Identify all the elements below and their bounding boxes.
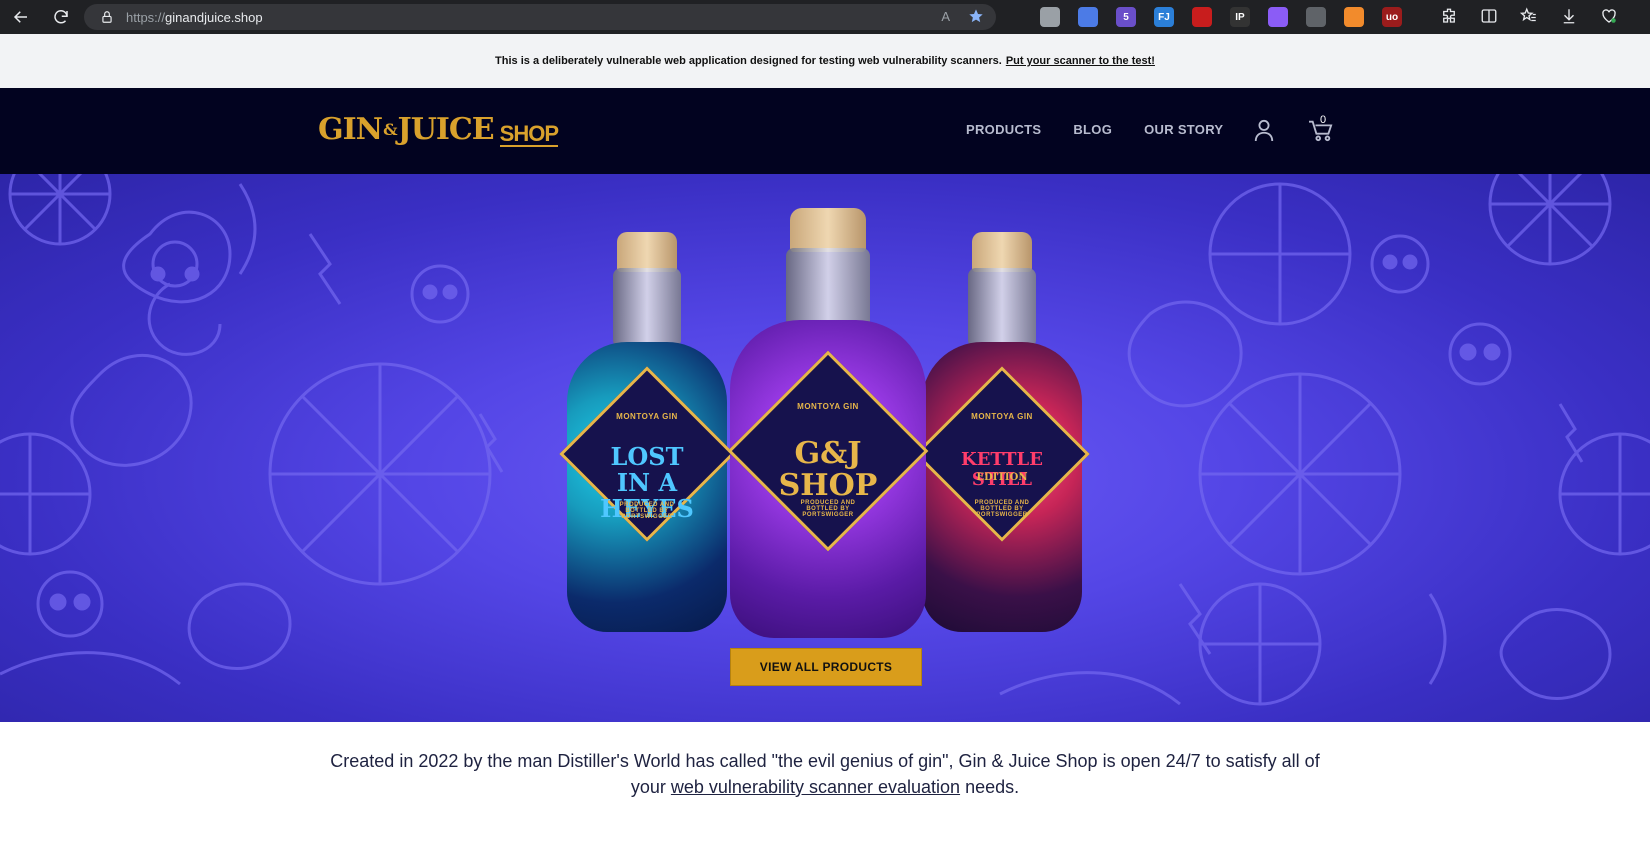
bottle-brand: MONTOYA GIN: [971, 412, 1033, 421]
cart-count: 0: [1320, 114, 1327, 126]
card-extension-icon[interactable]: [1306, 7, 1326, 27]
orange-extension-icon[interactable]: [1344, 7, 1364, 27]
back-button[interactable]: [6, 2, 36, 32]
bottle-cork: [790, 208, 866, 252]
ip-extension-icon[interactable]: IP: [1230, 7, 1250, 27]
logo-shop: SHOP: [499, 121, 559, 147]
bottle-subtitle: EDITION: [976, 472, 1028, 483]
browser-toolbar: https://ginandjuice.shop A 5 FJ IP uo: [0, 0, 1650, 34]
health-icon[interactable]: [1600, 7, 1618, 25]
url-text: https://ginandjuice.shop: [126, 10, 263, 25]
bottle-neck: [968, 268, 1036, 348]
bottle-brand: MONTOYA GIN: [797, 402, 859, 411]
favorites-icon[interactable]: [1520, 7, 1538, 25]
nav-our-story[interactable]: OUR STORY: [1144, 122, 1223, 137]
notice-text: This is a deliberately vulnerable web ap…: [495, 55, 1002, 67]
star-icon[interactable]: [968, 8, 984, 24]
url-scheme: https://: [126, 9, 166, 25]
main-nav: PRODUCTS BLOG OUR STORY: [966, 122, 1223, 137]
bottle-neck: [613, 268, 681, 348]
intro-paragraph: Created in 2022 by the man Distiller's W…: [320, 748, 1330, 800]
hexagon-extension-icon[interactable]: 5: [1116, 7, 1136, 27]
bottle-brand: MONTOYA GIN: [616, 412, 678, 421]
bottle-maker: PRODUCED AND BOTTLED BY PORTSWIGGER: [619, 502, 675, 520]
bottle-cork: [972, 232, 1032, 272]
split-screen-icon[interactable]: [1480, 7, 1498, 25]
url-host: ginandjuice.shop: [165, 9, 263, 25]
nav-products[interactable]: PRODUCTS: [966, 122, 1041, 137]
user-icon[interactable]: [1253, 118, 1275, 142]
fj-extension-icon[interactable]: FJ: [1154, 7, 1174, 27]
nav-blog[interactable]: BLOG: [1073, 122, 1112, 137]
bottle-gj-shop[interactable]: MONTOYA GIN G&J SHOP PRODUCED AND BOTTLE…: [727, 208, 929, 638]
reload-button[interactable]: [46, 2, 76, 32]
logo-amp: &: [383, 120, 397, 139]
ublock-extension-icon[interactable]: uo: [1382, 7, 1402, 27]
bottle-kettle-still[interactable]: MONTOYA GIN KETTLE STILL EDITION PRODUCE…: [914, 232, 1090, 632]
view-all-products-button[interactable]: VIEW ALL PRODUCTS: [730, 648, 922, 686]
bottle-maker: PRODUCED AND BOTTLED BY PORTSWIGGER: [974, 500, 1030, 518]
intro-text-end: needs.: [965, 777, 1020, 797]
bottle-name: G&J SHOP: [778, 436, 878, 503]
bottle-cork: [617, 232, 677, 272]
bottle-maker: PRODUCED AND BOTTLED BY PORTSWIGGER: [800, 500, 856, 518]
reload-icon: [54, 10, 68, 24]
bottle-lost-in-a-heyes[interactable]: MONTOYA GIN LOST IN A HEYES PRODUCED AND…: [559, 232, 735, 632]
arrow-left-icon: [13, 11, 27, 23]
logo-gin: GIN: [318, 112, 383, 147]
intro-link[interactable]: web vulnerability scanner evaluation: [671, 777, 960, 797]
vulnerability-notice: This is a deliberately vulnerable web ap…: [0, 34, 1650, 88]
circle-extension-icon[interactable]: [1040, 7, 1060, 27]
address-bar[interactable]: https://ginandjuice.shop A: [84, 4, 996, 30]
site-header: GIN & JUICE SHOP PRODUCTS BLOG OUR STORY: [0, 88, 1650, 174]
read-aloud-icon[interactable]: A: [941, 9, 950, 24]
logo-juice: JUICE: [397, 112, 495, 147]
site-logo[interactable]: GIN & JUICE SHOP: [318, 112, 559, 147]
puzzle-icon[interactable]: [1440, 7, 1458, 25]
notice-link[interactable]: Put your scanner to the test!: [1006, 55, 1155, 67]
download-icon[interactable]: [1560, 7, 1578, 25]
shield-extension-icon[interactable]: [1078, 7, 1098, 27]
flame-extension-icon[interactable]: [1268, 7, 1288, 27]
lock-icon: [102, 11, 112, 23]
extensions-toolbar: 5 FJ IP uo: [1040, 7, 1402, 27]
bottle-name: KETTLE STILL: [961, 449, 1043, 490]
drop-extension-icon[interactable]: [1192, 7, 1212, 27]
hero-banner: MONTOYA GIN LOST IN A HEYES PRODUCED AND…: [0, 174, 1650, 722]
browser-actions: [1440, 7, 1618, 25]
